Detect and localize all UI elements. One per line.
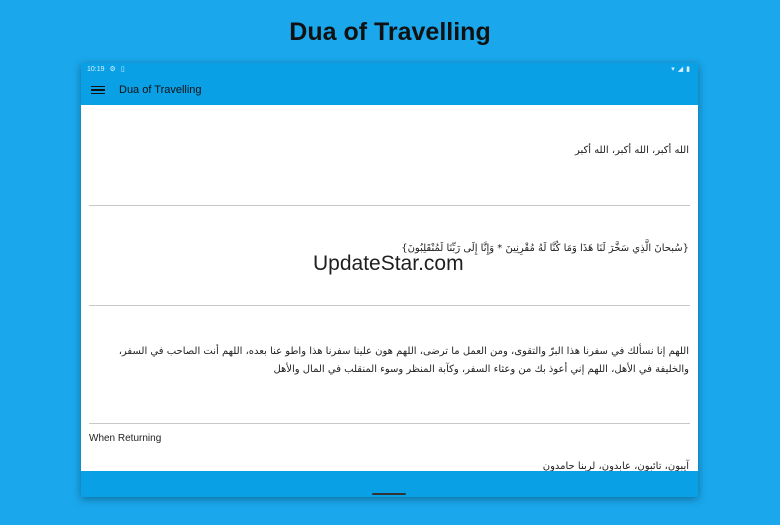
watermark-text: UpdateStar.com bbox=[313, 252, 464, 275]
divider bbox=[89, 205, 690, 206]
bottom-navigation-bar bbox=[81, 471, 698, 497]
settings-icon: ⚙ bbox=[109, 66, 116, 73]
status-time: 10:19 bbox=[87, 65, 105, 73]
app-bar: Dua of Travelling bbox=[81, 75, 698, 105]
returning-heading: When Returning bbox=[89, 433, 162, 444]
hamburger-menu-icon[interactable] bbox=[91, 85, 105, 95]
sim-icon: ▯ bbox=[120, 66, 125, 73]
device-screen: 10:19 ⚙ ▯ ▾ ◢ ▮ Dua of Travelling الله أ… bbox=[81, 63, 698, 497]
signal-icon: ◢ bbox=[677, 66, 684, 73]
dua-takbir: الله أكبر، الله أكبر، الله أكبر bbox=[574, 145, 689, 156]
page-title: Dua of Travelling bbox=[289, 18, 491, 46]
status-bar: 10:19 ⚙ ▯ ▾ ◢ ▮ bbox=[81, 63, 698, 75]
dua-allahumma: اللهم إنا نسألك في سفرنا هذا البرّ والتق… bbox=[118, 346, 689, 375]
dua-returning: آيبون، تائبون، عابدون، لربنا حامدون bbox=[542, 461, 689, 471]
dua-list[interactable]: الله أكبر، الله أكبر، الله أكبر {سُبحانَ… bbox=[81, 105, 698, 471]
divider bbox=[89, 305, 690, 306]
battery-icon: ▮ bbox=[686, 66, 690, 73]
app-title: Dua of Travelling bbox=[119, 84, 202, 96]
home-indicator[interactable] bbox=[372, 493, 406, 495]
wifi-icon: ▾ bbox=[671, 66, 675, 73]
divider bbox=[89, 423, 690, 424]
